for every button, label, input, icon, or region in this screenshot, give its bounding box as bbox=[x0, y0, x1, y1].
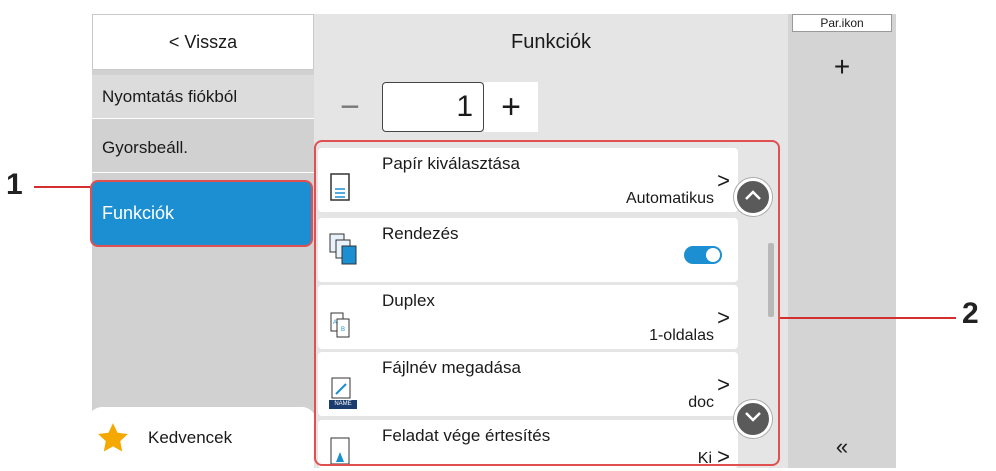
collapse-icon[interactable]: « bbox=[792, 432, 892, 462]
page-title: Funkciók bbox=[510, 30, 592, 53]
nav-divider bbox=[92, 118, 314, 119]
add-shortcut-button[interactable]: + bbox=[792, 51, 892, 82]
star-icon bbox=[96, 421, 130, 455]
nav-item-label: Gyorsbeáll. bbox=[102, 138, 188, 157]
nav-item-print-from-box[interactable]: Nyomtatás fiókból bbox=[92, 75, 314, 119]
nav-item-quick-setup[interactable]: Gyorsbeáll. bbox=[92, 126, 314, 170]
callout-line-2 bbox=[780, 317, 956, 319]
callout-number-2: 2 bbox=[962, 297, 979, 330]
nav-item-label: Nyomtatás fiókból bbox=[102, 87, 238, 106]
copies-input[interactable]: 1 bbox=[382, 82, 484, 132]
nav-item-functions[interactable]: Funkciók bbox=[90, 180, 313, 247]
callout-line-1 bbox=[34, 186, 90, 188]
callout-number-1: 1 bbox=[6, 168, 23, 201]
copies-increment-button[interactable]: + bbox=[484, 82, 538, 132]
function-list-highlight bbox=[314, 140, 780, 466]
favorites-button[interactable]: Kedvencek bbox=[88, 407, 316, 468]
copies-decrement-button[interactable]: − bbox=[318, 82, 382, 132]
shortcut-label: Par.ikon bbox=[792, 14, 892, 32]
nav-divider bbox=[92, 172, 314, 173]
back-button[interactable]: < Vissza bbox=[92, 14, 314, 70]
favorites-label: Kedvencek bbox=[148, 427, 233, 447]
nav-item-label: Funkciók bbox=[102, 203, 175, 223]
